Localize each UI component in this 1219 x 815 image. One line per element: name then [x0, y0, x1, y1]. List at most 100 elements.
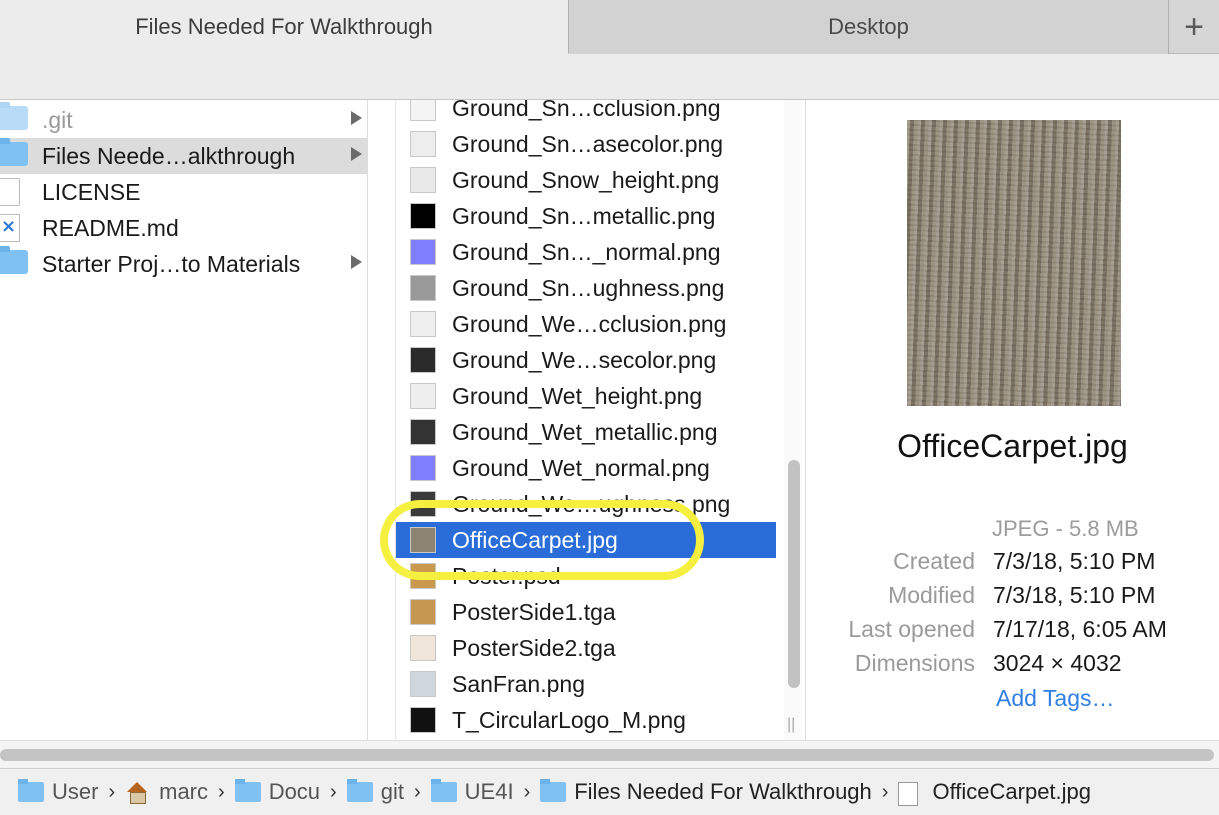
- file-list-item[interactable]: Poster.psd: [396, 558, 776, 594]
- list-item-git[interactable]: .git: [0, 102, 367, 138]
- column-files: Ground_Sn…cclusion.png Ground_Sn…asecolor…: [396, 100, 806, 740]
- breadcrumb-separator-icon: ›: [218, 780, 225, 803]
- file-list-item[interactable]: Ground_We…ughness.png: [396, 486, 776, 522]
- disclosure-arrow-icon: [351, 111, 362, 125]
- item-label: .git: [42, 106, 73, 133]
- breadcrumb-separator-icon: ›: [413, 780, 421, 803]
- file-label: Ground_Wet_metallic.png: [452, 418, 718, 445]
- horizontal-scrollbar[interactable]: [0, 740, 1219, 768]
- file-label: PosterSide2.tga: [452, 634, 616, 661]
- file-label: Ground_Sn…ughness.png: [452, 274, 725, 301]
- vertical-scrollbar[interactable]: [784, 100, 802, 740]
- file-label: Ground_Wet_height.png: [452, 382, 703, 409]
- breadcrumb-item[interactable]: Docu: [234, 779, 321, 805]
- list-item-starter-project[interactable]: Starter Proj…to Materials: [0, 246, 367, 282]
- file-label: Ground_Sn…_normal.png: [452, 238, 721, 265]
- file-thumbnail-icon: [410, 419, 436, 445]
- item-label: Starter Proj…to Materials: [42, 250, 301, 277]
- file-thumbnail-icon: [410, 167, 436, 193]
- breadcrumb-separator-icon: ›: [330, 780, 337, 803]
- file-label: SanFran.png: [452, 670, 585, 697]
- tab-files-needed[interactable]: Files Needed For Walkthrough: [0, 0, 569, 54]
- scrollbar-thumb[interactable]: [788, 460, 800, 688]
- file-list-item[interactable]: Ground_Wet_metallic.png: [396, 414, 776, 450]
- meta-last-opened: Last opened 7/17/18, 6:05 AM: [806, 616, 1219, 650]
- file-list-item[interactable]: T_CircularLogo_M.png: [396, 702, 776, 738]
- breadcrumb-separator-icon: ›: [881, 780, 889, 803]
- add-tab-button[interactable]: +: [1169, 0, 1219, 54]
- path-bar: User › marc › Docu › git › UE4I › Files Needed For…: [0, 768, 1219, 815]
- breadcrumb-separator-icon: ›: [523, 780, 531, 803]
- file-list-item[interactable]: Ground_We…cclusion.png: [396, 306, 776, 342]
- meta-key: Last opened: [848, 616, 975, 642]
- file-label: Ground_Wet_normal.png: [452, 454, 710, 481]
- preview-image: [907, 120, 1121, 406]
- meta-dimensions: Dimensions 3024 × 4032: [806, 650, 1219, 684]
- file-label: T_CircularLogo_M.png: [452, 706, 686, 733]
- file-list-item[interactable]: Ground_Sn…_normal.png: [396, 234, 776, 270]
- folder-icon: [540, 779, 567, 802]
- breadcrumb-label: Docu: [268, 779, 321, 804]
- file-thumbnail-icon: [410, 707, 436, 733]
- toolbar: [0, 54, 1219, 100]
- meta-key: Dimensions: [854, 650, 975, 676]
- item-label: Files Neede…alkthrough: [42, 142, 296, 169]
- file-list-item[interactable]: Ground_Snow_height.png: [396, 162, 776, 198]
- scrollbar-thumb[interactable]: [0, 749, 1214, 761]
- column-resize-grip-icon[interactable]: ||: [787, 716, 795, 734]
- breadcrumb-label: User: [52, 779, 99, 804]
- breadcrumb-item[interactable]: UE4I: [430, 779, 514, 805]
- file-thumbnail-icon: [410, 100, 436, 121]
- meta-value: 7/3/18, 5:10 PM: [993, 548, 1156, 574]
- file-label: Poster.psd: [452, 562, 561, 589]
- list-item-files-needed[interactable]: Files Neede…alkthrough: [0, 138, 367, 174]
- file-thumbnail-icon: [410, 347, 436, 373]
- breadcrumb-item[interactable]: marc: [125, 779, 208, 805]
- tab-desktop[interactable]: Desktop: [569, 0, 1169, 54]
- folder-icon: [346, 779, 373, 802]
- breadcrumb-label: git: [380, 779, 404, 804]
- meta-created: Created 7/3/18, 5:10 PM: [806, 548, 1219, 582]
- list-item-readme[interactable]: README.md: [0, 210, 367, 246]
- folder-icon: [0, 102, 28, 132]
- file-list-item[interactable]: Ground_Wet_normal.png: [396, 450, 776, 486]
- file-thumbnail-icon: [410, 239, 436, 265]
- breadcrumb-item[interactable]: OfficeCarpet.jpg: [898, 779, 1091, 806]
- file-thumbnail-icon: [410, 131, 436, 157]
- list-item-license[interactable]: LICENSE: [0, 174, 367, 210]
- file-list-item[interactable]: Ground_Wet_height.png: [396, 378, 776, 414]
- file-list-item[interactable]: PosterSide2.tga: [396, 630, 776, 666]
- meta-value: 7/17/18, 6:05 AM: [993, 616, 1167, 642]
- meta-modified: Modified 7/3/18, 5:10 PM: [806, 582, 1219, 616]
- breadcrumb-item[interactable]: User: [18, 779, 98, 805]
- file-list-item[interactable]: Ground_Sn…metallic.png: [396, 198, 776, 234]
- file-list-item[interactable]: Ground_Sn…cclusion.png: [396, 100, 776, 126]
- file-list-item[interactable]: OfficeCarpet.jpg: [396, 522, 776, 558]
- file-label: Ground_We…secolor.png: [452, 346, 717, 373]
- file-thumbnail-icon: [410, 527, 436, 553]
- preview-pane: OfficeCarpet.jpg JPEG - 5.8 MB Created 7…: [806, 100, 1219, 740]
- file-thumbnail-icon: [410, 671, 436, 697]
- file-list-item[interactable]: SanFran.png: [396, 666, 776, 702]
- home-icon: [125, 782, 151, 804]
- file-list-item[interactable]: Ground_Sn…asecolor.png: [396, 126, 776, 162]
- file-list-item[interactable]: Ground_We…secolor.png: [396, 342, 776, 378]
- meta-value: 3024 × 4032: [993, 650, 1122, 676]
- add-tags-link[interactable]: Add Tags…: [996, 685, 1114, 712]
- folder-icon: [430, 779, 457, 802]
- column-divider[interactable]: [368, 100, 396, 740]
- users-folder-icon: [18, 779, 44, 802]
- file-thumbnail-icon: [410, 635, 436, 661]
- file-list-item[interactable]: Ground_Sn…ughness.png: [396, 270, 776, 306]
- file-thumbnail-icon: [410, 383, 436, 409]
- breadcrumb-item[interactable]: git: [346, 779, 404, 805]
- document-icon: [0, 178, 28, 206]
- documents-folder-icon: [234, 779, 261, 802]
- meta-key: Created: [893, 548, 975, 574]
- item-label: README.md: [42, 214, 179, 241]
- file-list-item[interactable]: PosterSide1.tga: [396, 594, 776, 630]
- preview-kind: JPEG - 5.8 MB: [992, 516, 1139, 541]
- breadcrumb-item[interactable]: Files Needed For Walkthrough: [540, 779, 872, 805]
- file-label: Ground_We…ughness.png: [452, 490, 731, 517]
- file-label: Ground_Sn…cclusion.png: [452, 100, 721, 121]
